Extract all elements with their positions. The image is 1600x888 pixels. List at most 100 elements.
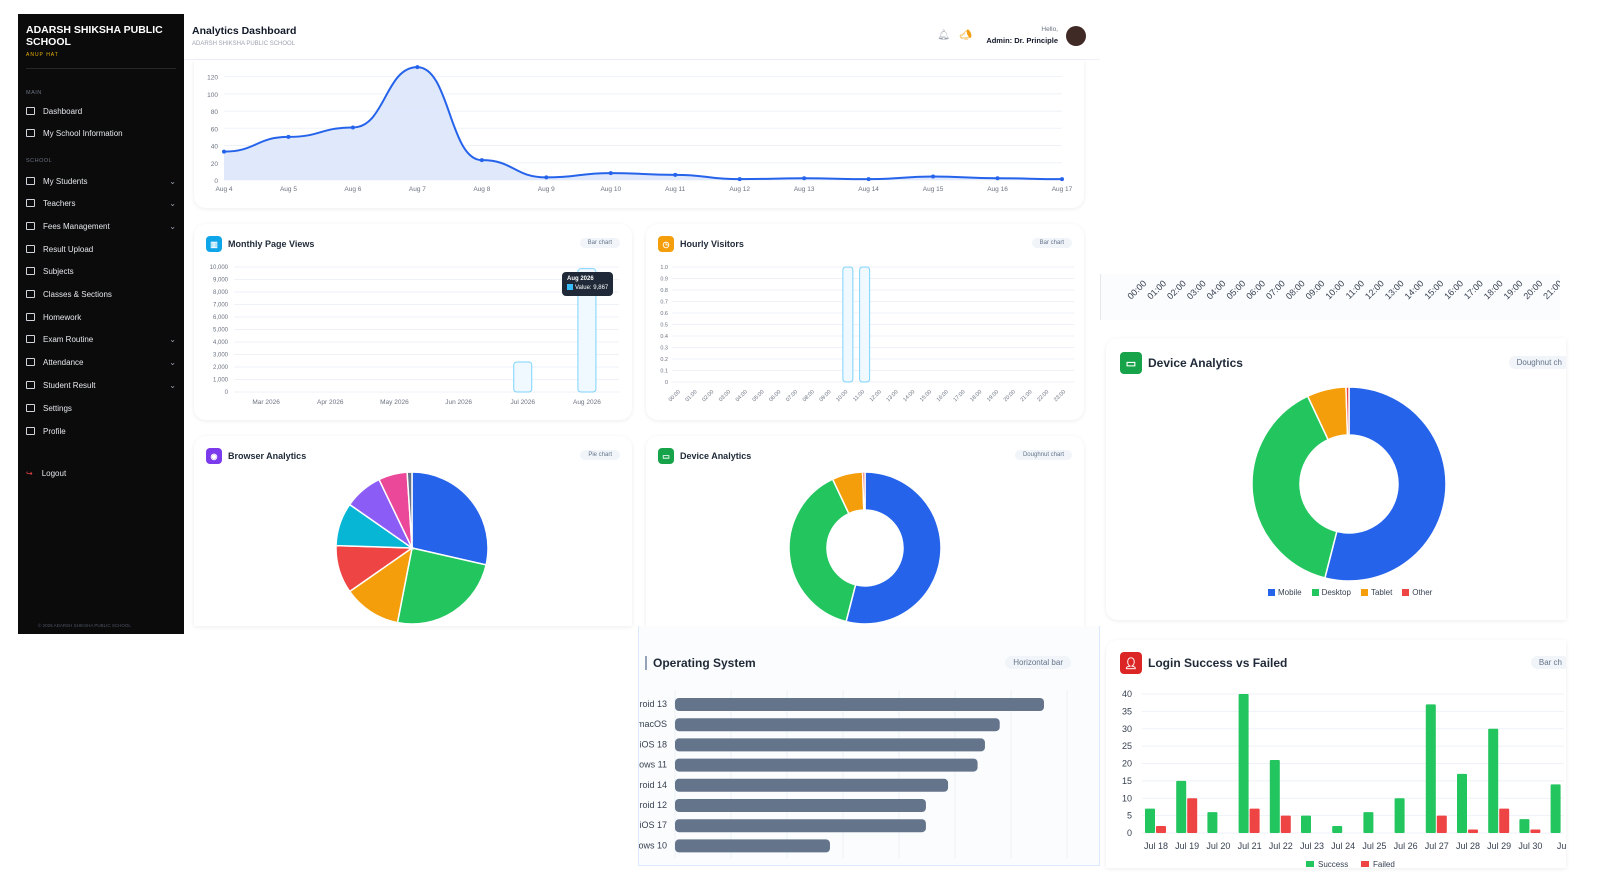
bell-icon[interactable]: 🔔︎ bbox=[937, 30, 950, 41]
legend-swatch bbox=[1402, 589, 1410, 596]
x-tick-label: Jul 18 bbox=[1144, 841, 1168, 851]
x-tick-label: 02:00 bbox=[1165, 278, 1188, 301]
sidebar-item-dashboard[interactable]: Dashboard bbox=[26, 104, 176, 118]
bar-failed bbox=[1436, 815, 1447, 833]
x-tick-label: 21:00 bbox=[1541, 278, 1560, 301]
os-horizontal-bar-chart: roid 13 macOS iOS 18 ows 11 roid 14 roid 12 iO… bbox=[639, 690, 1068, 858]
data-point bbox=[286, 134, 291, 139]
y-tick-label: 5,000 bbox=[213, 328, 229, 334]
x-tick-label: 08:00 bbox=[1284, 278, 1307, 301]
chart-tooltip: Aug 2026 Value: 9,867 bbox=[562, 272, 614, 296]
sidebar-item-student-result[interactable]: Student Result ⌄ bbox=[26, 378, 176, 392]
y-tick-label: 30 bbox=[1122, 724, 1132, 734]
bar-success bbox=[1301, 815, 1311, 833]
sidebar-item-settings[interactable]: Settings bbox=[26, 401, 176, 415]
x-tick-label: Jul 27 bbox=[1425, 841, 1449, 851]
bar-failed bbox=[1468, 829, 1478, 833]
y-tick-label: roid 12 bbox=[639, 800, 667, 810]
y-tick-label: 0 bbox=[225, 390, 229, 396]
logout-link[interactable]: ↪ Logout bbox=[26, 466, 176, 480]
legend-item-other[interactable]: Other bbox=[1402, 588, 1432, 597]
x-tick-label: 01:00 bbox=[1145, 278, 1168, 301]
legend-label: Success bbox=[1318, 860, 1348, 868]
bar-success bbox=[1394, 798, 1405, 833]
x-tick-label: 11:00 bbox=[852, 389, 866, 403]
sidebar-item-label: Exam Routine bbox=[43, 334, 94, 344]
bar-failed bbox=[1280, 815, 1291, 833]
sidebar-item-exam-routine[interactable]: Exam Routine ⌄ bbox=[26, 332, 176, 346]
nav-icon bbox=[26, 381, 35, 389]
tooltip-swatch bbox=[567, 284, 573, 290]
y-tick-label: iOS 17 bbox=[639, 820, 667, 830]
x-tick-label: 01:00 bbox=[685, 389, 699, 403]
legend-item-desktop[interactable]: Desktop bbox=[1311, 588, 1351, 597]
y-tick-label: 2,000 bbox=[213, 365, 229, 371]
nav-icon bbox=[26, 335, 35, 343]
legend-item-mobile[interactable]: Mobile bbox=[1268, 588, 1302, 597]
x-tick-label: 17:00 bbox=[1462, 278, 1485, 301]
x-tick-label: Aug 4 bbox=[216, 186, 233, 193]
sidebar-item-attendance[interactable]: Attendance ⌄ bbox=[26, 355, 176, 369]
x-tick-label: 04:00 bbox=[1205, 278, 1228, 301]
y-tick-label: 0 bbox=[214, 178, 218, 185]
nav-icon bbox=[26, 129, 35, 137]
sidebar-item-teachers[interactable]: Teachers ⌄ bbox=[26, 196, 176, 210]
x-tick-label: 05:00 bbox=[752, 389, 766, 403]
y-tick-label: 0.7 bbox=[660, 300, 668, 306]
sidebar-item-subjects[interactable]: Subjects bbox=[26, 264, 176, 278]
x-tick-label: 12:00 bbox=[869, 389, 883, 403]
x-tick-label: Jul 24 bbox=[1331, 841, 1355, 851]
chevron-down-icon: ⌄ bbox=[169, 221, 176, 231]
x-tick-label: Aug 5 bbox=[280, 186, 297, 193]
x-tick-label: 13:00 bbox=[1383, 278, 1406, 301]
chevron-down-icon: ⌄ bbox=[169, 380, 176, 390]
monthly-bar-chart: 0 1,000 2,000 3,000 4,000 5,000 6,000 7,000 8,00… bbox=[210, 265, 619, 406]
y-tick-label: 0.5 bbox=[660, 323, 668, 329]
x-tick-label: Aug 13 bbox=[794, 186, 815, 193]
tooltip-value-text: Value: 9,867 bbox=[575, 285, 609, 291]
sidebar-item-fees-management[interactable]: Fees Management ⌄ bbox=[26, 219, 176, 233]
sidebar-item-my-students[interactable]: My Students ⌄ bbox=[26, 174, 176, 188]
x-tick-label: 18:00 bbox=[1482, 278, 1505, 301]
x-tick-label: Aug 14 bbox=[858, 186, 879, 193]
sidebar-item-profile[interactable]: Profile bbox=[26, 424, 176, 438]
x-tick-label: 05:00 bbox=[1224, 278, 1247, 301]
bar-success bbox=[1457, 773, 1467, 833]
data-point bbox=[544, 175, 549, 180]
data-point bbox=[222, 149, 226, 154]
sidebar-item-label: My School Information bbox=[43, 128, 123, 138]
y-tick-label: iOS 18 bbox=[639, 739, 667, 749]
y-tick-label: 0.1 bbox=[660, 369, 668, 375]
sidebar-item-my-school-information[interactable]: My School Information bbox=[26, 126, 176, 140]
x-tick-label: May 2026 bbox=[380, 399, 409, 406]
bar-failed bbox=[1187, 798, 1198, 833]
device-legend: Mobile Desktop Tablet Other bbox=[1268, 588, 1432, 597]
device-analytics-zoom-card: ▭ Device Analytics Doughnut ch Mobile Des… bbox=[1106, 338, 1566, 620]
x-tick-label: 19:00 bbox=[1502, 278, 1525, 301]
y-tick-label: 120 bbox=[207, 75, 218, 82]
y-tick-label: 15 bbox=[1122, 776, 1132, 786]
x-tick-label: Apr 2026 bbox=[317, 399, 344, 406]
sidebar-item-label: Fees Management bbox=[43, 221, 110, 231]
legend-label: Failed bbox=[1373, 860, 1395, 868]
sidebar-footer: © 2026 ADARSH SHIKSHA PUBLIC SCHOOL bbox=[38, 623, 131, 628]
y-tick-label: 1,000 bbox=[213, 378, 229, 384]
sidebar-item-result-upload[interactable]: Result Upload bbox=[26, 242, 176, 256]
nav-icon bbox=[26, 404, 35, 412]
sidebar-item-classes-sections[interactable]: Classes & Sections bbox=[26, 287, 176, 301]
y-tick-label: 40 bbox=[1122, 689, 1132, 699]
legend-item-tablet[interactable]: Tablet bbox=[1360, 588, 1392, 597]
sidebar-item-label: Profile bbox=[43, 426, 66, 436]
sidebar-item-homework[interactable]: Homework bbox=[26, 310, 176, 324]
section-label-main: MAIN bbox=[26, 90, 42, 96]
x-tick-label: Aug 17 bbox=[1052, 186, 1073, 193]
x-tick-label: Jul 26 bbox=[1394, 841, 1418, 851]
megaphone-icon[interactable]: 📣︎ bbox=[959, 30, 972, 41]
bar bbox=[859, 266, 871, 383]
y-tick-label: 0.8 bbox=[660, 288, 668, 294]
x-tick-label: 14:00 bbox=[1403, 278, 1426, 301]
tooltip-value: Value: 9,867 bbox=[567, 284, 608, 293]
x-tick-label: 21:00 bbox=[1020, 389, 1034, 403]
avatar[interactable] bbox=[1066, 26, 1086, 46]
bar-failed bbox=[1156, 826, 1166, 833]
